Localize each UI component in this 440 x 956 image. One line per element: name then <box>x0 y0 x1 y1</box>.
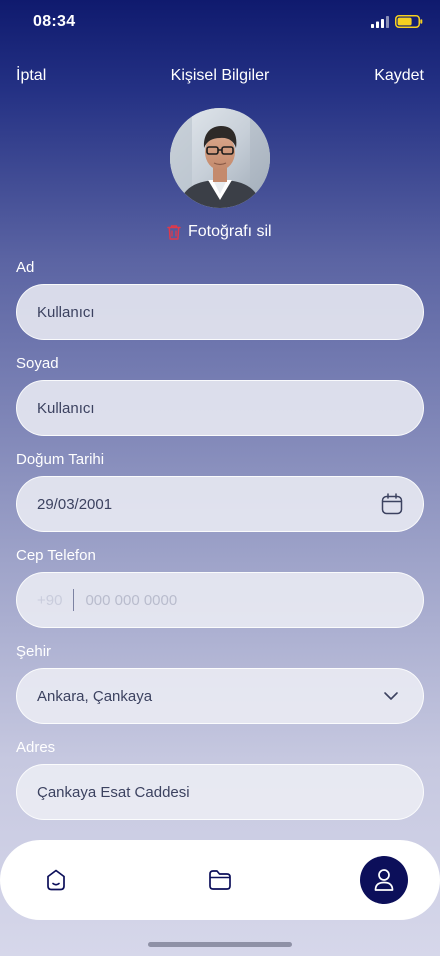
status-bar: 08:34 <box>0 0 440 46</box>
phone-label: Cep Telefon <box>16 547 96 564</box>
profile-icon <box>374 869 394 891</box>
home-icon[interactable] <box>44 868 68 892</box>
delete-photo-label: Fotoğrafı sil <box>188 223 272 240</box>
city-value: Ankara, Çankaya <box>37 687 153 705</box>
chevron-down-icon <box>384 692 398 700</box>
address-value: Çankaya Esat Caddesi <box>37 783 190 801</box>
navigation-bar: İptal Kişisel Bilgiler Kaydet <box>0 62 440 90</box>
phone-placeholder: 000 000 0000 <box>85 591 178 609</box>
last-name-field[interactable]: Kullanıcı <box>16 380 424 436</box>
last-name-label: Soyad <box>16 355 59 372</box>
birth-date-value: 29/03/2001 <box>37 495 113 513</box>
first-name-label: Ad <box>16 259 35 276</box>
delete-photo-button[interactable]: Fotoğrafı sil <box>165 221 272 243</box>
address-label: Adres <box>16 739 56 756</box>
avatar-photo <box>170 108 270 208</box>
last-name-value: Kullanıcı <box>37 399 95 417</box>
battery-icon <box>395 15 423 28</box>
home-indicator <box>148 942 292 947</box>
bottom-tab-bar <box>0 840 440 920</box>
first-name-field[interactable]: Kullanıcı <box>16 284 424 340</box>
city-select[interactable]: Ankara, Çankaya <box>16 668 424 724</box>
first-name-value: Kullanıcı <box>37 303 95 321</box>
city-label: Şehir <box>16 643 52 660</box>
trash-icon <box>167 225 181 240</box>
birth-date-label: Doğum Tarihi <box>16 451 105 468</box>
birth-date-field[interactable]: 29/03/2001 <box>16 476 424 532</box>
tab-profile[interactable] <box>360 856 408 904</box>
folder-icon[interactable] <box>208 869 232 891</box>
signal-icon <box>371 16 389 28</box>
address-field[interactable]: Çankaya Esat Caddesi <box>16 764 424 820</box>
phone-field[interactable]: +90 000 000 0000 <box>16 572 424 628</box>
avatar[interactable] <box>170 108 270 208</box>
status-time: 08:34 <box>33 13 76 30</box>
phone-country-code[interactable]: +90 <box>37 592 62 609</box>
save-button[interactable]: Kaydet <box>374 67 424 85</box>
phone-divider <box>73 589 75 611</box>
calendar-icon[interactable] <box>381 493 403 515</box>
